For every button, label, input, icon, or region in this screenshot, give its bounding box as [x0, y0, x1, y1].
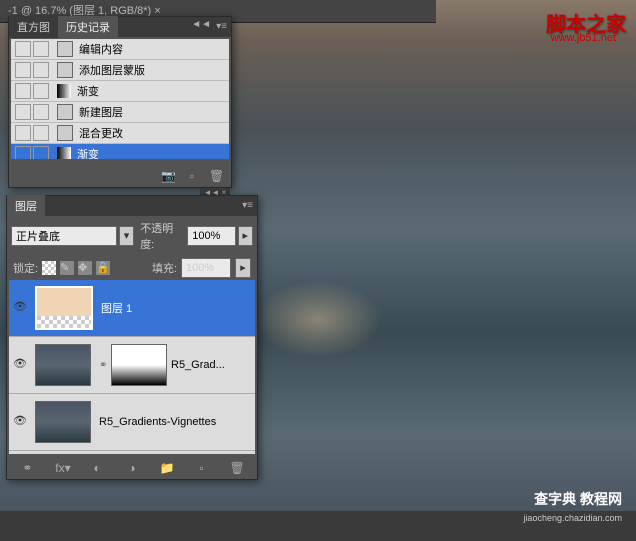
history-label: 编辑内容: [79, 41, 123, 57]
history-brush[interactable]: [33, 83, 49, 99]
layer-thumb[interactable]: [35, 344, 91, 386]
layers-panel: 图层 ▾≡ 正片叠底 ▾ 不透明度: 100% ▸ 锁定: ✎ ✥ 🔒 填充: …: [6, 195, 258, 480]
layer-name[interactable]: R5_Grad...: [171, 359, 225, 371]
mask-icon[interactable]: ◐: [90, 461, 104, 475]
fill-arrow-icon[interactable]: ▸: [235, 258, 251, 278]
history-item[interactable]: 新建图层: [11, 102, 229, 123]
history-type-icon: [57, 125, 73, 141]
tab-layers[interactable]: 图层: [7, 195, 45, 217]
history-label: 混合更改: [79, 125, 123, 141]
history-type-icon: [57, 84, 71, 98]
blend-arrow-icon[interactable]: ▾: [119, 226, 134, 246]
history-label: 渐变: [77, 146, 99, 159]
blend-row: 正片叠底 ▾ 不透明度: 100% ▸: [7, 216, 257, 256]
opacity-input[interactable]: 100%: [187, 226, 235, 246]
lock-position-icon[interactable]: ✥: [78, 261, 92, 275]
history-brush[interactable]: [33, 41, 49, 57]
new-layer-icon[interactable]: ▫: [195, 461, 209, 475]
history-check[interactable]: [15, 146, 31, 159]
history-type-icon: [57, 62, 73, 78]
fill-input[interactable]: 100%: [181, 258, 231, 278]
layer-list: 图层 1 ⚭ R5_Grad... R5_Gradients-Vignettes: [9, 280, 255, 454]
history-tabs: 直方图 历史记录 ◄◄ ▾≡: [9, 17, 231, 37]
group-icon[interactable]: 📁: [160, 461, 174, 475]
trash-icon[interactable]: 🗑: [209, 169, 223, 183]
watermark-bottom-url: jiaocheng.chazidian.com: [523, 513, 622, 523]
lock-transparent-icon[interactable]: [42, 261, 56, 275]
visibility-icon[interactable]: [13, 414, 29, 430]
panel-menu-icon[interactable]: ▾≡: [216, 21, 227, 32]
lock-pixels-icon[interactable]: ✎: [60, 261, 74, 275]
lock-row: 锁定: ✎ ✥ 🔒 填充: 100% ▸: [7, 256, 257, 280]
visibility-icon[interactable]: [13, 300, 29, 316]
history-label: 渐变: [77, 83, 99, 99]
link-mask-icon[interactable]: ⚭: [99, 360, 109, 371]
watermark-top-url: www.jb51.net: [551, 32, 616, 44]
history-brush[interactable]: [33, 146, 49, 159]
history-check[interactable]: [15, 83, 31, 99]
opacity-arrow-icon[interactable]: ▸: [238, 226, 253, 246]
history-type-icon: [57, 41, 73, 57]
history-list: 编辑内容添加图层蒙版渐变新建图层混合更改渐变: [11, 39, 229, 159]
layer-thumb[interactable]: [35, 286, 93, 330]
history-footer: 📷 ▫ 🗑: [9, 165, 231, 187]
visibility-icon[interactable]: [13, 357, 29, 373]
history-label: 添加图层蒙版: [79, 62, 145, 78]
history-check[interactable]: [15, 62, 31, 78]
delete-layer-icon[interactable]: 🗑: [229, 461, 243, 475]
mask-thumb[interactable]: [111, 344, 167, 386]
snapshot-icon[interactable]: 📷: [161, 169, 175, 183]
history-check[interactable]: [15, 125, 31, 141]
history-brush[interactable]: [33, 104, 49, 120]
history-type-icon: [57, 104, 73, 120]
layer-name[interactable]: R5_Gradients-Vignettes: [99, 416, 216, 428]
layers-footer: ⚭ fx▾ ◐ ◑ 📁 ▫ 🗑: [7, 457, 257, 479]
blend-mode-select[interactable]: 正片叠底: [11, 226, 117, 246]
lock-label: 锁定:: [13, 260, 38, 276]
layer-item[interactable]: 图层 1: [9, 280, 255, 337]
link-layers-icon[interactable]: ⚭: [20, 461, 34, 475]
history-item[interactable]: 渐变: [11, 144, 229, 159]
tab-history[interactable]: 历史记录: [58, 16, 118, 38]
history-brush[interactable]: [33, 125, 49, 141]
fill-label: 填充:: [152, 260, 177, 276]
history-item[interactable]: 渐变: [11, 81, 229, 102]
history-type-icon: [57, 147, 71, 159]
layer-name[interactable]: 图层 1: [101, 300, 132, 316]
layers-tabs: 图层 ▾≡: [7, 196, 257, 216]
new-state-icon[interactable]: ▫: [185, 169, 199, 183]
history-label: 新建图层: [79, 104, 123, 120]
layer-item[interactable]: R5_Gradients-Vignettes: [9, 394, 255, 451]
lock-all-icon[interactable]: 🔒: [96, 261, 110, 275]
history-check[interactable]: [15, 41, 31, 57]
tab-histogram[interactable]: 直方图: [9, 16, 58, 38]
fx-icon[interactable]: fx▾: [55, 461, 69, 475]
history-item[interactable]: 混合更改: [11, 123, 229, 144]
adjustment-icon[interactable]: ◑: [125, 461, 139, 475]
panel-collapse-icon[interactable]: ◄◄: [191, 19, 211, 30]
history-panel: 直方图 历史记录 ◄◄ ▾≡ 编辑内容添加图层蒙版渐变新建图层混合更改渐变 📷 …: [8, 16, 232, 188]
layers-menu-icon[interactable]: ▾≡: [242, 200, 253, 211]
opacity-label: 不透明度:: [140, 220, 185, 252]
layer-item[interactable]: ⚭ R5_Grad...: [9, 337, 255, 394]
history-check[interactable]: [15, 104, 31, 120]
history-brush[interactable]: [33, 62, 49, 78]
history-item[interactable]: 编辑内容: [11, 39, 229, 60]
watermark-bottom: 查字典 教程网: [534, 489, 622, 509]
history-item[interactable]: 添加图层蒙版: [11, 60, 229, 81]
layer-thumb[interactable]: [35, 401, 91, 443]
